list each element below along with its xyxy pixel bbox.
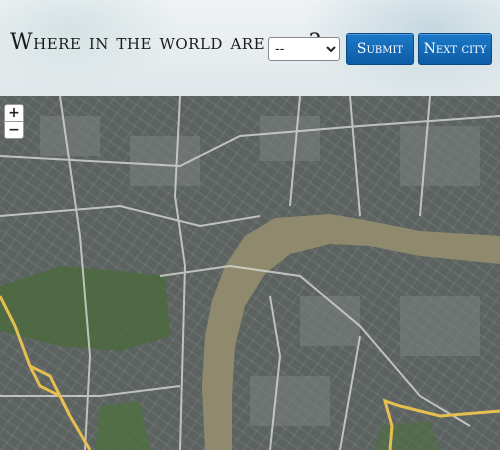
next-city-button[interactable]: Next city [418,33,492,65]
zoom-in-button[interactable]: + [4,104,24,122]
submit-button[interactable]: Submit [346,33,414,65]
city-select[interactable]: -- [268,37,340,61]
park-area [95,401,150,450]
park-area [0,266,170,351]
satellite-map[interactable]: + − [0,96,500,450]
map-imagery [0,96,500,450]
zoom-out-button[interactable]: − [4,121,24,139]
header-bar: Where in the world are you? -- Submit Ne… [0,0,500,96]
park-area [375,421,440,450]
